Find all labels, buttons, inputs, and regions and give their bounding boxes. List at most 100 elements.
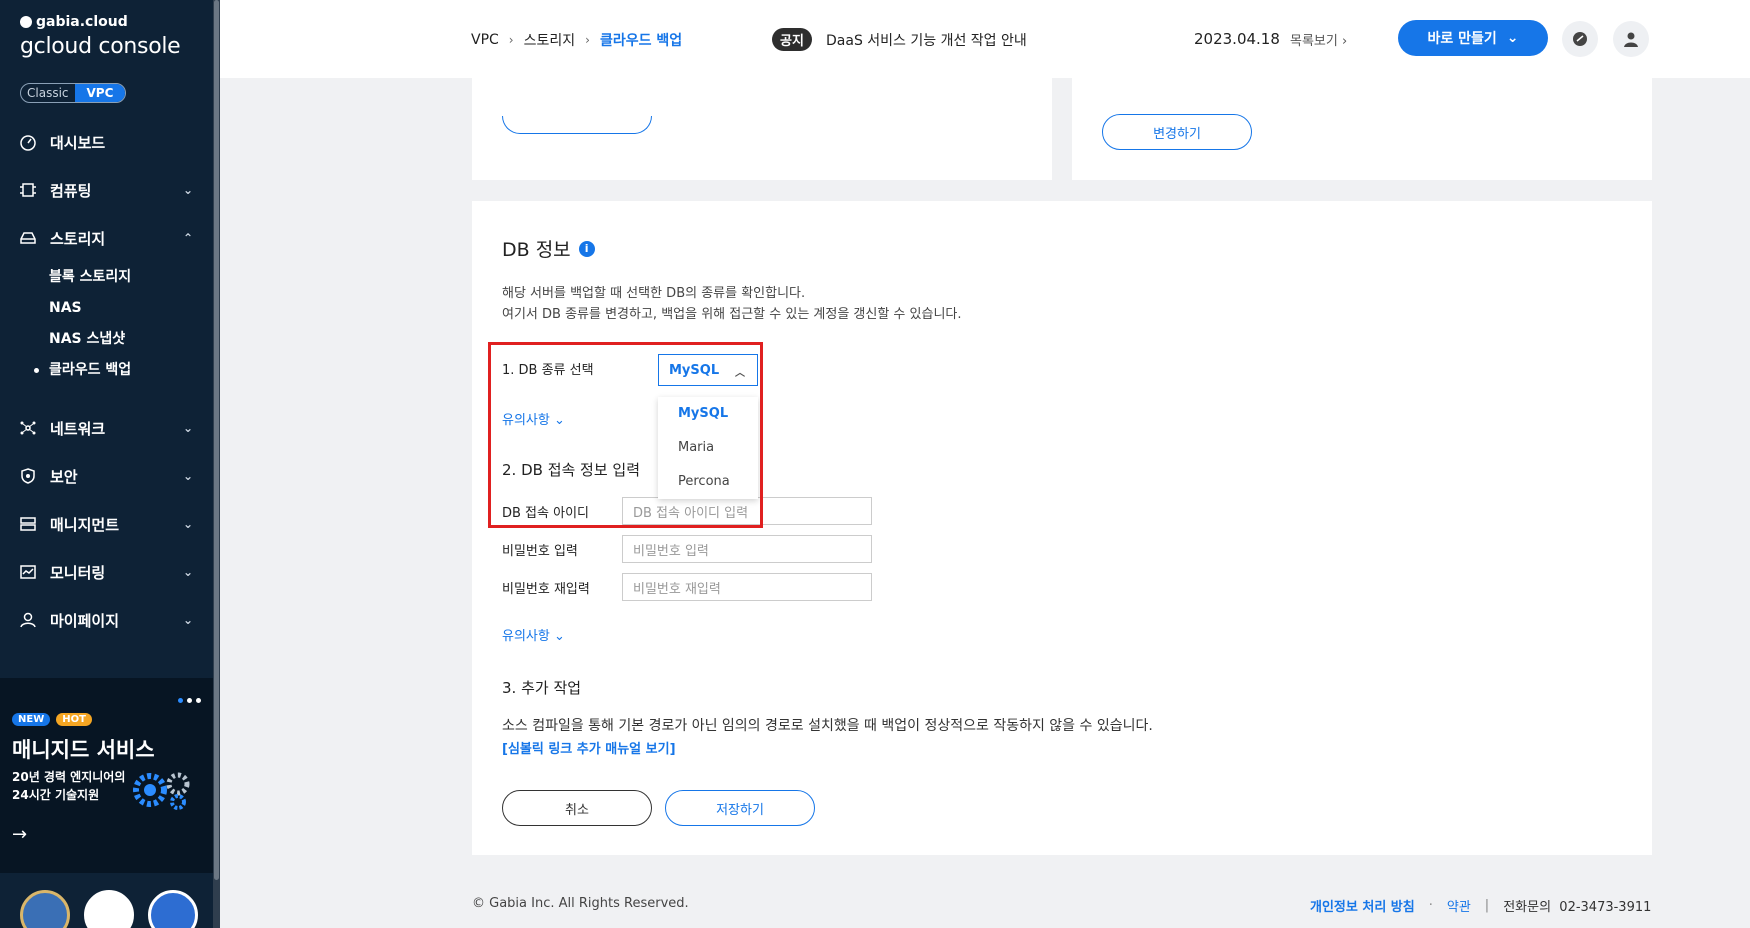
sidebar-item-management[interactable]: 매니지먼트 ⌄ (0, 500, 213, 548)
brand-title: gcloud console (20, 34, 181, 59)
sidebar-item-network[interactable]: 네트워크 ⌄ (0, 404, 213, 452)
chevron-down-icon: ⌄ (182, 565, 193, 579)
gabia-logo-icon (20, 16, 32, 28)
certification-badges (20, 890, 198, 928)
user-profile-icon[interactable] (1613, 21, 1649, 57)
promo-description: 20년 경력 엔지니어의 24시간 기술지원 (12, 770, 126, 802)
info-icon[interactable]: i (578, 240, 595, 257)
chip-icon (18, 180, 38, 200)
notice-list-label: 목록보기 (1290, 34, 1338, 49)
gears-icon (130, 770, 194, 814)
breadcrumb: VPC › 스토리지 › 클라우드 백업 (471, 30, 682, 50)
arrow-right-icon[interactable]: → (12, 824, 27, 845)
csap-seal (148, 890, 198, 928)
brand-small-text: gabia.cloud (36, 14, 128, 30)
password-confirm-label: 비밀번호 재입력 (502, 581, 590, 597)
password-confirm-input[interactable]: 비밀번호 재입력 (622, 573, 872, 601)
sidebar-label: 보안 (50, 467, 78, 486)
section-description: 해당 서버를 백업할 때 선택한 DB의 종류를 확인합니다. 여기서 DB 종… (502, 283, 962, 325)
symlink-manual-link[interactable]: [심볼릭 링크 추가 매뉴얼 보기] (502, 738, 676, 757)
step3-label: 3. 추가 작업 (502, 679, 582, 697)
shield-icon (18, 466, 38, 486)
sidebar-label: 마이페이지 (50, 611, 120, 630)
monitor-chart-icon (18, 562, 38, 582)
sidebar-item-storage[interactable]: 스토리지 ⌃ (0, 214, 213, 262)
notice-title-link[interactable]: DaaS 서비스 기능 개선 작업 안내 (826, 30, 1027, 50)
quick-create-button[interactable]: 바로 만들기 ⌄ (1398, 20, 1548, 56)
sidebar-item-mypage[interactable]: 마이페이지 ⌄ (0, 596, 213, 644)
carousel-dots[interactable] (178, 698, 201, 703)
sidebar-label: 네트워크 (50, 419, 106, 438)
privacy-policy-link[interactable]: 개인정보 처리 방침 (1310, 896, 1415, 915)
hot-badge: HOT (56, 713, 92, 726)
footer-links: 개인정보 처리 방침 · 약관 | 전화문의 02-3473-3911 (1310, 896, 1651, 915)
brand-logo[interactable]: gabia.cloud gcloud console (20, 14, 181, 59)
toggle-classic[interactable]: Classic (21, 84, 75, 102)
notes-toggle-link-2[interactable]: 유의사항 ⌄ (502, 625, 565, 644)
sidebar: gabia.cloud gcloud console Classic VPC 대… (0, 0, 213, 928)
person-icon (18, 610, 38, 630)
chevron-down-icon: ⌄ (182, 613, 193, 627)
db-info-title: DB 정보 (502, 239, 571, 261)
breadcrumb-vpc[interactable]: VPC (471, 32, 499, 48)
partial-pill-button[interactable] (502, 116, 652, 134)
extra-description: 소스 컴파일을 통해 기본 경로가 아닌 임의의 경로로 설치했을 때 백업이 … (502, 718, 1153, 734)
new-badge: NEW (12, 713, 51, 726)
toggle-vpc[interactable]: VPC (74, 84, 126, 102)
storage-submenu: 블록 스토리지 NAS NAS 스냅샷 클라우드 백업 (0, 262, 213, 386)
copyright: © Gabia Inc. All Rights Reserved. (472, 896, 689, 911)
sidebar-subitem-nas-snapshot[interactable]: NAS 스냅샷 (49, 324, 213, 355)
phone-label: 전화문의 (1503, 900, 1552, 915)
sidebar-label: 모니터링 (50, 563, 106, 582)
section-title: DB 정보 i (502, 235, 595, 262)
promo-title: 매니지드 서비스 (12, 738, 155, 762)
previous-section-card-right: 변경하기 (1072, 78, 1652, 180)
highlight-box (488, 342, 763, 528)
notice-list-link[interactable]: 목록보기 › (1290, 30, 1347, 49)
sidebar-subitem-block-storage[interactable]: 블록 스토리지 (49, 262, 213, 293)
terms-link[interactable]: 약관 (1447, 896, 1471, 915)
chevron-down-icon: ⌄ (182, 469, 193, 483)
footer-divider: | (1484, 898, 1490, 913)
platform-toggle[interactable]: Classic VPC (20, 83, 127, 103)
breadcrumb-storage[interactable]: 스토리지 (524, 30, 576, 50)
server-icon (18, 514, 38, 534)
chevron-down-icon: ⌄ (182, 183, 193, 197)
sidebar-item-dashboard[interactable]: 대시보드 (0, 118, 213, 166)
sidebar-item-monitoring[interactable]: 모니터링 ⌄ (0, 548, 213, 596)
sidebar-item-computing[interactable]: 컴퓨팅 ⌄ (0, 166, 213, 214)
sidebar-label: 컴퓨팅 (50, 181, 92, 200)
chevron-right-icon: › (508, 33, 514, 47)
top-header: VPC › 스토리지 › 클라우드 백업 공지 DaaS 서비스 기능 개선 작… (220, 0, 1750, 78)
cloud-service-seal (84, 890, 134, 928)
footer-separator: · (1428, 898, 1433, 913)
chevron-right-icon: › (585, 33, 590, 47)
password-input[interactable]: 비밀번호 입력 (622, 535, 872, 563)
sidebar-scrollbar[interactable] (213, 0, 220, 928)
storage-icon (18, 228, 38, 248)
sidebar-menu: 대시보드 컴퓨팅 ⌄ 스토리지 ⌃ 블록 스토리지 NAS NAS 스냅샷 클라… (0, 118, 213, 644)
sidebar-label: 스토리지 (50, 229, 106, 248)
description-line-1: 해당 서버를 백업할 때 선택한 DB의 종류를 확인합니다. (502, 286, 806, 301)
promo-banner[interactable]: NEW HOT 매니지드 서비스 20년 경력 엔지니어의 24시간 기술지원 … (0, 678, 213, 873)
notice-tag: 공지 (772, 28, 812, 51)
breadcrumb-cloud-backup: 클라우드 백업 (599, 33, 683, 49)
sidebar-subitem-cloud-backup[interactable]: 클라우드 백업 (34, 355, 213, 386)
description-line-2: 여기서 DB 종류를 변경하고, 백업을 위해 접근할 수 있는 계정을 갱신할… (502, 307, 962, 322)
change-button[interactable]: 변경하기 (1102, 114, 1252, 150)
chat-icon[interactable] (1562, 21, 1598, 57)
save-button[interactable]: 저장하기 (665, 790, 815, 826)
cancel-button[interactable]: 취소 (502, 790, 652, 826)
sidebar-label: 매니지먼트 (50, 515, 120, 534)
password-label: 비밀번호 입력 (502, 543, 578, 559)
sidebar-item-security[interactable]: 보안 ⌄ (0, 452, 213, 500)
notes-label: 유의사항 (502, 629, 550, 644)
db-info-card: DB 정보 i 해당 서버를 백업할 때 선택한 DB의 종류를 확인합니다. … (472, 201, 1652, 855)
password-row: 비밀번호 입력 비밀번호 입력 (502, 535, 872, 563)
quick-create-label: 바로 만들기 (1427, 31, 1497, 47)
sidebar-subitem-nas[interactable]: NAS (49, 293, 213, 324)
previous-section-card-left (472, 78, 1052, 180)
chevron-down-icon: ⌄ (182, 421, 193, 435)
notice-date: 2023.04.18 (1194, 30, 1280, 48)
phone-number: 02-3473-3911 (1559, 900, 1652, 915)
